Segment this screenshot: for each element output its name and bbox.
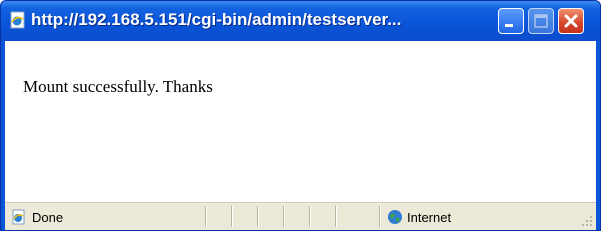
status-text: Done: [32, 210, 64, 225]
resize-grip-icon[interactable]: [579, 213, 593, 227]
status-pane-divider: [231, 206, 232, 227]
status-pane-divider: [283, 206, 284, 227]
ie-page-icon: [10, 11, 25, 29]
maximize-button[interactable]: [528, 8, 554, 34]
title-bar[interactable]: http://192.168.5.151/cgi-bin/admin/tests…: [1, 1, 600, 41]
minimize-icon: [505, 24, 513, 27]
window-title: http://192.168.5.151/cgi-bin/admin/tests…: [31, 10, 402, 29]
page-content: Mount successfully. Thanks: [5, 41, 596, 202]
status-pane-divider: [309, 206, 310, 227]
status-pane-divider: [257, 206, 258, 227]
status-pane-divider: [335, 206, 336, 227]
close-button[interactable]: [558, 8, 584, 34]
mount-status-message: Mount successfully. Thanks: [23, 77, 213, 96]
maximize-icon: [534, 14, 548, 28]
status-pane-divider: [205, 206, 206, 227]
close-icon: [564, 14, 578, 28]
minimize-button[interactable]: [498, 8, 524, 34]
security-zone-text: Internet: [407, 210, 452, 225]
status-bar: Done Internet: [5, 202, 596, 230]
globe-icon: [388, 210, 402, 224]
status-pane-divider: [379, 206, 380, 227]
ie-page-done-icon: [12, 209, 25, 225]
browser-popup-window: http://192.168.5.151/cgi-bin/admin/tests…: [0, 0, 601, 231]
